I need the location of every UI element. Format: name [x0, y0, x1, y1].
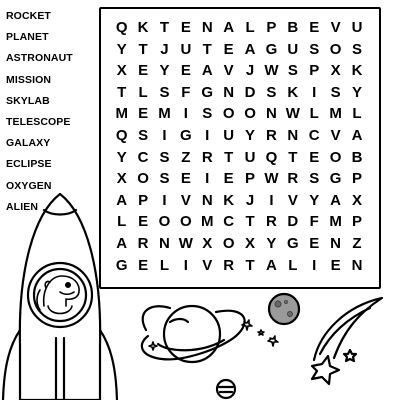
small-planet-icon [215, 378, 237, 400]
space-illustrations [1, 192, 384, 400]
moon-icon [267, 292, 301, 326]
dinosaur-astronaut-icon [36, 275, 80, 315]
saturn-icon [140, 304, 246, 364]
rocket-icon [1, 192, 119, 400]
shooting-star-icon [310, 296, 384, 386]
